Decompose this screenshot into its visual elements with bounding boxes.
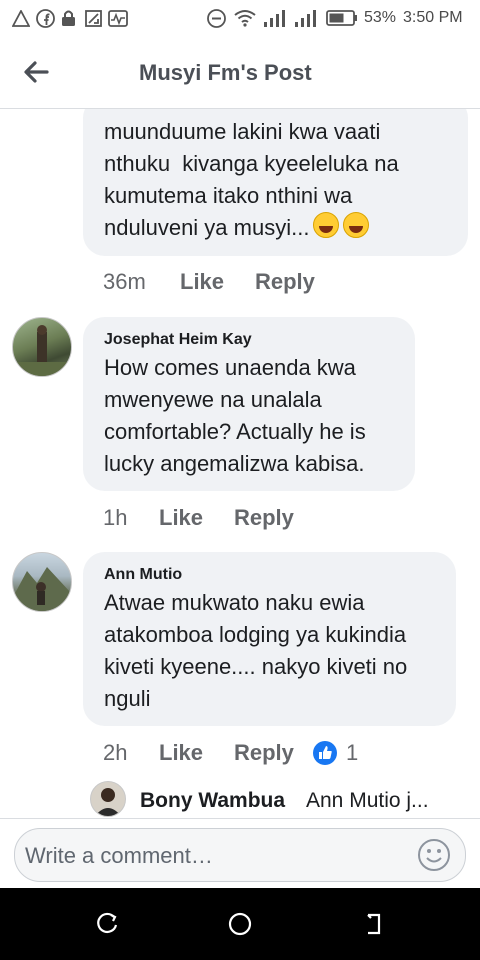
reaction-count: 1 xyxy=(346,740,359,765)
comment-time: 36m xyxy=(103,269,146,294)
back-icon[interactable] xyxy=(360,910,388,938)
lock-icon xyxy=(60,8,76,28)
dnd-icon xyxy=(206,8,226,28)
smiley-icon[interactable] xyxy=(417,838,451,877)
back-button[interactable] xyxy=(18,54,54,90)
arrow-left-icon xyxy=(24,61,49,83)
like-button[interactable]: Like xyxy=(180,269,224,295)
battery-icon xyxy=(326,8,358,28)
signal-icon xyxy=(293,8,319,28)
comment-text: How comes unaenda kwa mwenyewe na unalal… xyxy=(104,355,366,476)
comment-input[interactable]: Write a comment… xyxy=(14,828,466,882)
page-title: Musyi Fm's Post xyxy=(139,60,312,85)
comment-time: 1h xyxy=(103,505,128,530)
reply-button[interactable]: Reply xyxy=(234,740,294,766)
avatar[interactable] xyxy=(12,552,72,612)
like-button[interactable]: Like xyxy=(159,505,203,531)
signal-icon xyxy=(262,8,288,28)
comment-text: muunduume lakini kwa vaati nthuku kivang… xyxy=(104,119,399,240)
reply-button[interactable]: Reply xyxy=(255,269,315,295)
facebook-icon xyxy=(35,8,55,28)
recent-apps-icon[interactable] xyxy=(93,910,121,938)
reply-button[interactable]: Reply xyxy=(234,505,294,531)
avatar[interactable] xyxy=(12,317,72,377)
avatar[interactable] xyxy=(90,781,126,817)
comment-composer-bar: Write a comment… xyxy=(0,818,480,889)
clock: 3:50 PM xyxy=(403,9,463,26)
comment-placeholder: Write a comment… xyxy=(25,843,213,868)
warning-icon xyxy=(12,8,30,28)
comment-time: 2h xyxy=(103,740,128,765)
reply-author[interactable]: Bony Wambua xyxy=(140,789,285,813)
rofl-emoji-icon xyxy=(313,212,340,238)
reply-preview-text[interactable]: Ann Mutio j... xyxy=(306,789,429,813)
like-reaction-icon[interactable] xyxy=(312,740,338,771)
home-icon[interactable] xyxy=(226,910,254,938)
comment-text: Atwae mukwato naku ewia atakomboa lodgin… xyxy=(104,590,408,711)
comment-author[interactable]: Ann Mutio xyxy=(104,566,182,584)
wifi-icon xyxy=(233,8,257,28)
battery-percent: 53% xyxy=(364,9,397,26)
screenshot-icon xyxy=(84,8,102,28)
like-button[interactable]: Like xyxy=(159,740,203,766)
comment-author[interactable]: Josephat Heim Kay xyxy=(104,331,252,349)
activity-icon xyxy=(108,8,128,28)
rofl-emoji-icon xyxy=(343,212,370,238)
status-bar: 53% 3:50 PM xyxy=(0,0,480,36)
navigation-bar xyxy=(0,888,480,960)
